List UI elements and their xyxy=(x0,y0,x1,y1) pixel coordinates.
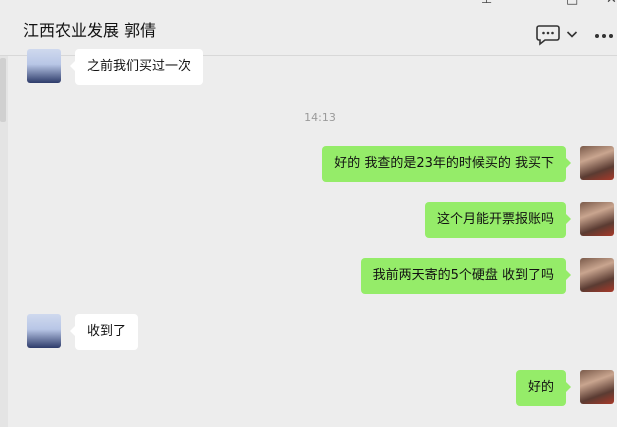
message-timestamp: 14:13 xyxy=(304,111,336,124)
message-bubble-outgoing[interactable]: 这个月能开票报账吗 xyxy=(424,202,572,238)
chat-header: 江西农业发展 郭倩 ⊥ – □ ✕ xyxy=(0,0,617,56)
minimize-button[interactable]: – xyxy=(525,0,532,7)
chevron-down-icon[interactable] xyxy=(566,29,578,39)
message-bubble-outgoing[interactable]: 我前两天寄的5个硬盘 收到了吗 xyxy=(360,258,572,294)
contact-avatar[interactable] xyxy=(27,314,61,348)
chat-bubble-icon[interactable] xyxy=(536,24,560,46)
my-avatar[interactable] xyxy=(580,258,614,292)
close-button[interactable]: ✕ xyxy=(606,0,617,7)
message-bubble-incoming[interactable]: 之前我们买过一次 xyxy=(69,49,204,85)
my-avatar[interactable] xyxy=(580,146,614,180)
maximize-button[interactable]: □ xyxy=(566,0,578,7)
message-bubble-outgoing[interactable]: 好的 我查的是23年的时候买的 我买下 xyxy=(322,146,571,182)
chat-title: 江西农业发展 郭倩 xyxy=(23,21,157,40)
my-avatar[interactable] xyxy=(580,202,614,236)
contact-avatar[interactable] xyxy=(27,49,61,83)
more-icon[interactable] xyxy=(594,33,614,39)
my-avatar[interactable] xyxy=(580,370,614,404)
message-bubble-incoming[interactable]: 收到了 xyxy=(69,314,139,350)
pin-icon[interactable]: ⊥ xyxy=(481,0,492,7)
message-bubble-outgoing[interactable]: 好的 xyxy=(515,370,572,406)
